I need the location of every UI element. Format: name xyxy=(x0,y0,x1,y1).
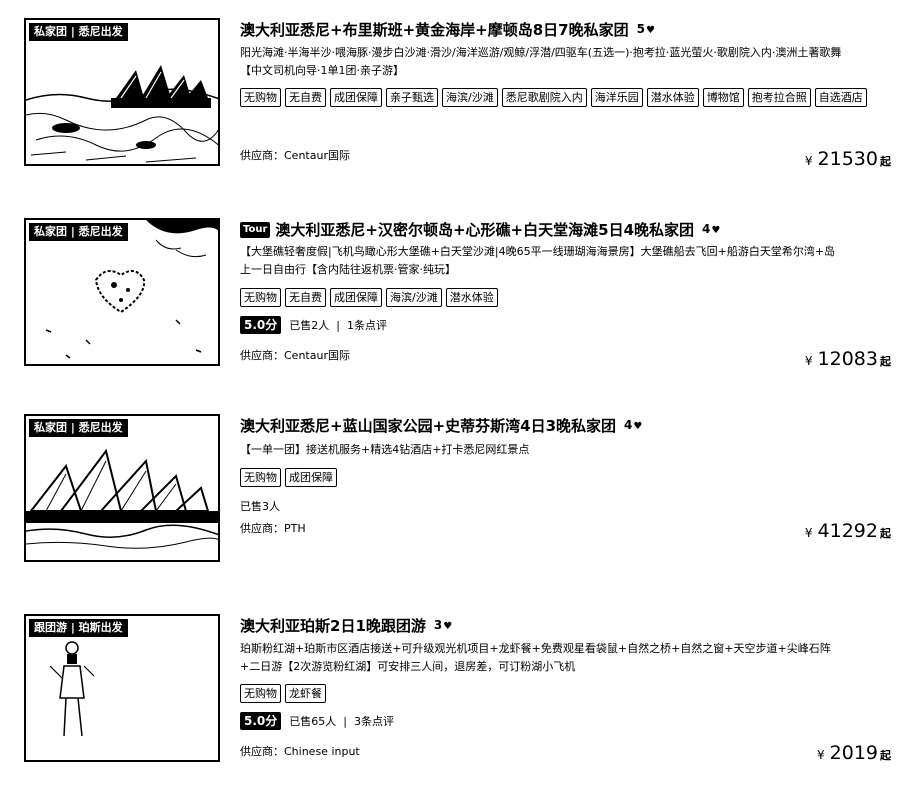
product-desc-line: 珀斯粉红湖+珀斯市区酒店接送+可升级观光机项目+龙虾餐+免费观星看袋鼠+自然之桥… xyxy=(240,642,831,655)
heart-icon: ♥ xyxy=(633,421,643,432)
heart-icon: ♥ xyxy=(443,621,453,632)
opera-house-photo xyxy=(26,416,218,560)
supplier: 供应商：Centaur国际 xyxy=(240,149,350,162)
review-count[interactable]: 3条点评 xyxy=(354,713,394,729)
currency-symbol: ¥ xyxy=(804,526,813,540)
currency-symbol: ¥ xyxy=(804,354,813,368)
feature-tag: 无自费 xyxy=(285,88,326,107)
title-text[interactable]: 澳大利亚珀斯2日1晚跟团游 xyxy=(240,615,426,637)
feature-tag: 海滨/沙滩 xyxy=(386,288,442,307)
price-value: 21530 xyxy=(817,148,878,170)
level-badge: 3♥ xyxy=(434,614,452,638)
product-title[interactable]: 澳大利亚悉尼+蓝山国家公园+史蒂芬斯湾4日3晚私家团 4♥ xyxy=(240,414,642,438)
feature-tag: 成团保障 xyxy=(285,468,337,487)
feature-tag: 成团保障 xyxy=(330,288,382,307)
feature-tag: 潜水体验 xyxy=(646,88,699,107)
currency-symbol: ¥ xyxy=(817,748,825,762)
feature-tag: 无购物 xyxy=(240,468,281,487)
level-badge: 4♥ xyxy=(702,218,720,242)
price: ¥ 41292 起 xyxy=(805,520,891,542)
price: ¥ 21530 起 xyxy=(805,148,891,170)
sold-count: 已售2人 xyxy=(289,319,330,332)
rating-row: 5.0分 已售2人 | 1条点评 xyxy=(240,316,387,334)
level-value: 4 xyxy=(624,418,633,432)
price-value: 2019 xyxy=(829,742,878,764)
feature-tag: 无自费 xyxy=(285,288,326,307)
supplier: 供应商：Centaur国际 xyxy=(240,349,350,362)
title-text[interactable]: 澳大利亚悉尼+蓝山国家公园+史蒂芬斯湾4日3晚私家团 xyxy=(240,415,616,437)
sold-count: 已售65人 xyxy=(289,715,337,728)
price-suffix: 起 xyxy=(880,527,891,540)
person-photo xyxy=(26,616,218,760)
level-value: 4 xyxy=(702,222,711,236)
feature-tag: 博物馆 xyxy=(702,88,744,107)
price-value: 41292 xyxy=(817,520,878,542)
thumbnail-tag: 私家团 | 悉尼出发 xyxy=(29,223,128,241)
level-value: 5 xyxy=(636,22,645,36)
product-title[interactable]: Tour 澳大利亚悉尼+汉密尔顿岛+心形礁+白天堂海滩5日4晚私家团 4♥ xyxy=(240,218,720,242)
title-text[interactable]: 澳大利亚悉尼+汉密尔顿岛+心形礁+白天堂海滩5日4晚私家团 xyxy=(275,219,694,241)
divider: | xyxy=(343,714,347,728)
level-badge: 4♥ xyxy=(624,414,642,438)
heart-icon: ♥ xyxy=(711,225,721,236)
feature-tag: 潜水体验 xyxy=(445,288,498,307)
product-thumbnail[interactable]: 私家团 | 悉尼出发 xyxy=(24,18,220,166)
feature-tag: 成团保障 xyxy=(330,88,382,107)
product-card[interactable]: 私家团 | 悉尼出发 澳大利亚悉尼+蓝山国家公园+史蒂芬斯湾4日3晚私家团 4♥… xyxy=(0,414,915,574)
feature-tag: 抱考拉合照 xyxy=(747,88,811,107)
product-desc-line: 【一单一团】接送机服务+精选4钻酒店+打卡悉尼网红景点 xyxy=(240,443,530,456)
opera-house-photo xyxy=(26,20,218,164)
feature-tag: 亲子甄选 xyxy=(386,88,438,107)
product-desc-line: +二日游【2次游览粉红湖】可安排三人间，退房差，可订粉湖小飞机 xyxy=(240,660,576,673)
reef-photo xyxy=(26,220,218,364)
brand-badge: Tour xyxy=(240,222,271,238)
product-title[interactable]: 澳大利亚珀斯2日1晚跟团游 3♥ xyxy=(240,614,452,638)
divider: | xyxy=(336,318,340,332)
sold-count: 已售3人 xyxy=(240,500,280,513)
feature-tag: 无购物 xyxy=(240,684,281,703)
feature-tag: 海滨/沙滩 xyxy=(442,88,498,107)
feature-tag: 海洋乐园 xyxy=(590,88,643,107)
price-value: 12083 xyxy=(817,348,878,370)
currency-symbol: ¥ xyxy=(804,154,813,168)
thumbnail-tag: 跟团游 | 珀斯出发 xyxy=(29,619,128,637)
rating-row: 5.0分 已售65人 | 3条点评 xyxy=(240,712,394,730)
product-desc-line: 阳光海滩·半海半沙·喂海豚·漫步白沙滩·滑沙/海洋巡游/观鲸/浮潜/四驱车(五选… xyxy=(240,46,842,59)
thumbnail-tag: 私家团 | 悉尼出发 xyxy=(29,419,128,437)
feature-tags: 无购物 无自费 成团保障 海滨/沙滩 潜水体验 xyxy=(240,288,900,307)
review-count[interactable]: 1条点评 xyxy=(347,317,387,333)
heart-icon: ♥ xyxy=(645,25,655,36)
product-thumbnail[interactable]: 私家团 | 悉尼出发 xyxy=(24,414,220,562)
feature-tag: 自选酒店 xyxy=(814,88,867,107)
price-suffix: 起 xyxy=(880,355,891,368)
product-desc-line: 【中文司机向导·1单1团·亲子游】 xyxy=(240,64,404,77)
price-suffix: 起 xyxy=(880,749,891,762)
title-text[interactable]: 澳大利亚悉尼+布里斯班+黄金海岸+摩顿岛8日7晚私家团 xyxy=(240,19,629,41)
score-badge: 5.0分 xyxy=(240,316,282,334)
supplier: 供应商：PTH xyxy=(240,522,306,535)
product-card[interactable]: 私家团 | 悉尼出发 Tour 澳大利亚悉尼+汉密尔顿岛+心形礁+白天堂海滩5日… xyxy=(0,218,915,378)
feature-tags: 无购物 无自费 成团保障 亲子甄选 海滨/沙滩 悉尼歌剧院入内 海洋乐园 潜水体… xyxy=(240,88,900,107)
feature-tags: 无购物 龙虾餐 xyxy=(240,684,900,703)
level-badge: 5♥ xyxy=(637,18,655,42)
price: ¥ 12083 起 xyxy=(805,348,891,370)
supplier: 供应商：Chinese input xyxy=(240,745,360,758)
product-desc-line: 【大堡礁轻奢度假|飞机鸟瞰心形大堡礁+白天堂沙滩|4晚65平一线珊瑚海海景房】大… xyxy=(240,245,836,258)
price: ¥ 2019 起 xyxy=(817,742,891,764)
product-thumbnail[interactable]: 跟团游 | 珀斯出发 xyxy=(24,614,220,762)
level-value: 3 xyxy=(433,618,443,632)
price-suffix: 起 xyxy=(880,155,891,168)
product-card[interactable]: 私家团 | 悉尼出发 澳大利亚悉尼+布里斯班+黄金海岸+摩顿岛8日7晚私家团 5… xyxy=(0,18,915,178)
thumbnail-tag: 私家团 | 悉尼出发 xyxy=(29,23,128,41)
feature-tag: 无购物 xyxy=(240,88,281,107)
feature-tag: 龙虾餐 xyxy=(285,684,326,703)
score-badge: 5.0分 xyxy=(240,712,282,730)
product-card[interactable]: 跟团游 | 珀斯出发 澳大利亚珀斯2日1晚跟团游 3♥ 珀斯粉红湖+珀斯市区酒店… xyxy=(0,614,915,774)
feature-tag: 悉尼歌剧院入内 xyxy=(501,88,587,107)
product-desc-line: 上一日自由行【含内陆往返机票·管家·纯玩】 xyxy=(240,263,456,276)
product-thumbnail[interactable]: 私家团 | 悉尼出发 xyxy=(24,218,220,366)
feature-tag: 无购物 xyxy=(240,288,281,307)
product-title[interactable]: 澳大利亚悉尼+布里斯班+黄金海岸+摩顿岛8日7晚私家团 5♥ xyxy=(240,18,655,42)
feature-tags: 无购物 成团保障 xyxy=(240,468,900,487)
